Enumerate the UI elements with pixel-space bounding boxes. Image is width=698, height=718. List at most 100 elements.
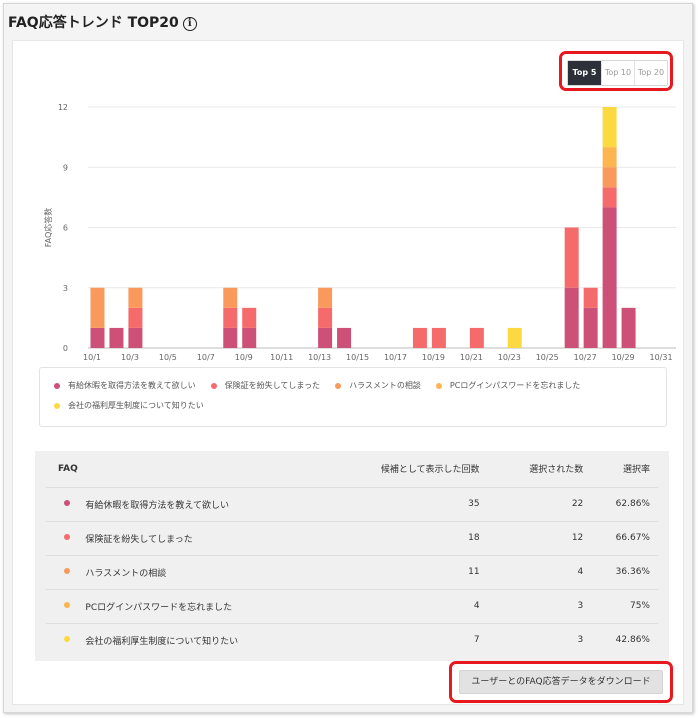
x-tick-label: 10/7 [197,353,215,362]
table-row: ハラスメントの相談 11 4 36.36% [46,555,658,589]
x-tick-label: 10/17 [384,353,407,362]
x-tick-label: 10/13 [308,353,331,362]
shown-count: 7 [473,635,480,646]
bar-segment [90,327,105,348]
bar-segment [507,327,522,348]
selected-count: 4 [577,567,584,577]
x-tick-label: 10/9 [235,353,253,362]
title-text: FAQ応答トレンド TOP20 [8,15,179,31]
bar-segment [223,307,238,328]
x-tick-label: 10/1 [83,353,101,362]
legend-label: 保険証を紛失してしまった [224,381,321,390]
faq-table-container: FAQ 候補として表示した回数 選択された数 選択率 有給休暇を取得方法を教えて… [35,451,669,661]
bar-segment [602,207,617,348]
selection-rate: 62.86% [615,499,650,509]
y-axis-label: FAQ応答数 [43,208,53,248]
header-shown-count: 候補として表示した回数 [380,465,480,476]
faq-trend-panel: FAQ応答トレンド TOP20 i Top 5 Top 10 Top 20 036… [3,3,693,713]
header-faq: FAQ [58,463,78,474]
legend-item[interactable]: PCログインパスワードを忘れました [435,380,581,391]
selection-rate: 42.86% [615,635,650,646]
bar-segment [128,307,143,328]
x-tick-label: 10/5 [159,353,177,362]
bar-segment [469,327,484,348]
toggle-top-5[interactable]: Top 5 [568,61,601,85]
legend-item[interactable]: 会社の福利厚生制度について知りたい [54,400,204,411]
download-button-highlight: ユーザーとのFAQ応答データをダウンロード [449,661,673,703]
toggle-top-10[interactable]: Top 10 [601,61,634,85]
bar-segment [583,287,598,308]
y-tick-label: 9 [63,163,68,172]
shown-count: 4 [473,601,480,611]
bullet-icon [64,534,70,540]
legend-item[interactable]: 有給休暇を取得方法を教えて欲しい [54,380,196,391]
page-title: FAQ応答トレンド TOP20 i [8,12,197,32]
header-selected-count: 選択された数 [529,465,584,476]
selection-rate: 75% [629,601,650,611]
shown-count: 35 [468,499,480,509]
toggle-top-20[interactable]: Top 20 [634,61,667,85]
bullet-icon [64,568,70,574]
bar-segment [90,287,105,328]
bar-segment [412,327,427,348]
legend-dot-icon [54,402,60,409]
bar-segment [431,327,446,348]
bar-segment [109,327,124,348]
legend-label: PCログインパスワードを忘れました [449,381,581,390]
x-tick-label: 10/31 [650,353,673,362]
selected-count: 3 [577,601,584,611]
selection-rate: 36.36% [615,567,650,577]
y-tick-label: 12 [58,103,68,112]
legend-label: 会社の福利厚生制度について知りたい [68,401,204,410]
bar-segment [242,327,257,348]
table-row: 保険証を紛失してしまった 18 12 66.67% [46,521,658,555]
download-faq-data-button[interactable]: ユーザーとのFAQ応答データをダウンロード [459,670,663,694]
table-row: 会社の福利厚生制度について知りたい 7 3 42.86% [46,623,658,657]
header-selection-rate: 選択率 [622,465,650,476]
bullet-icon [64,602,70,608]
x-tick-label: 10/11 [270,353,293,362]
top-n-toggle-highlight: Top 5 Top 10 Top 20 [559,51,673,91]
faq-table: FAQ 候補として表示した回数 選択された数 選択率 有給休暇を取得方法を教えて… [46,451,658,657]
selected-count: 3 [577,635,584,646]
selected-count: 22 [571,499,584,509]
x-tick-label: 10/21 [460,353,483,362]
info-icon[interactable]: i [182,17,197,31]
bar-segment [318,307,333,328]
legend-dot-icon [210,382,217,389]
bar-segment [602,107,617,148]
faq-name: ハラスメントの相談 [85,568,167,579]
legend-item[interactable]: ハラスメントの相談 [335,380,421,391]
bar-segment [564,287,579,348]
bar-segment [602,167,617,188]
faq-name: 会社の福利厚生制度について知りたい [85,636,239,647]
legend-dot-icon [54,382,60,389]
x-tick-label: 10/27 [574,353,597,362]
table-row: 有給休暇を取得方法を教えて欲しい 35 22 62.86% [46,487,658,521]
bar-segment [564,227,579,288]
x-tick-label: 10/25 [536,353,559,362]
row-color-dot-icon [46,555,85,589]
faq-trend-chart: 0 3 6 9 12 FAQ応答数 10/1 10/3 10/5 10/7 10/9 10/11 10/… [43,103,676,362]
y-tick-label: 0 [63,344,68,353]
top-n-toggle: Top 5 Top 10 Top 20 [567,60,668,86]
y-tick-label: 3 [63,284,68,293]
row-color-dot-icon [46,623,85,657]
table-row: PCログインパスワードを忘れました 4 3 75% [46,589,658,623]
bar-segment [602,147,617,168]
bullet-icon [64,636,70,643]
legend-dot-icon [435,382,442,389]
bar-segment [223,287,238,308]
x-tick-label: 10/3 [121,353,139,362]
selection-rate: 66.67% [615,533,650,543]
legend-item[interactable]: 保険証を紛失してしまった [210,380,321,391]
bar-segment [337,327,352,348]
legend-dot-icon [335,382,342,389]
faq-name: PCログインパスワードを忘れました [85,602,233,613]
legend-label: 有給休暇を取得方法を教えて欲しい [68,381,196,390]
bar-segment [223,327,238,348]
x-tick-label: 10/19 [422,353,445,362]
bullet-icon [64,500,70,506]
bar-segment [242,307,257,328]
bar-segment [128,327,143,348]
